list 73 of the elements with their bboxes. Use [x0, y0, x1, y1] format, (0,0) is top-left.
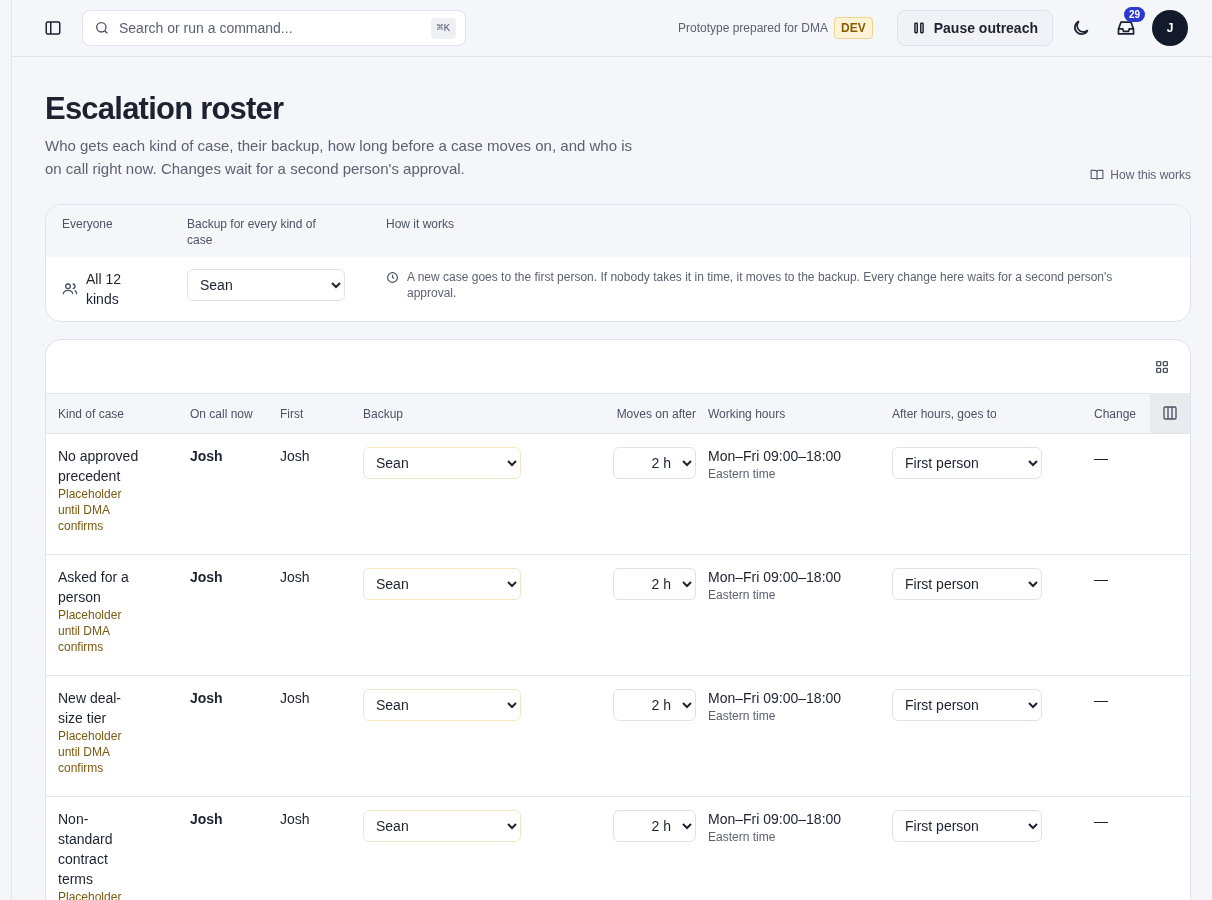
working-hours: Mon–Fri 09:00–18:00	[708, 447, 843, 466]
column-header: How it works	[386, 217, 454, 231]
placeholder-note: Placeholder until DMA confirms	[58, 607, 123, 655]
dark-mode-icon[interactable]	[1071, 18, 1091, 38]
column-header: On call now	[190, 406, 253, 421]
timezone-label: Eastern time	[708, 587, 777, 603]
working-hours: Mon–Fri 09:00–18:00	[708, 568, 843, 587]
timezone-label: Eastern time	[708, 466, 777, 482]
case-kind: No approved precedent	[58, 447, 140, 486]
on-call-name: Josh	[190, 568, 224, 587]
placeholder-note: Placeholder until DMA confirms	[58, 486, 123, 534]
change-value: —	[1094, 691, 1108, 710]
first-person-name: Josh	[280, 447, 311, 466]
help-link[interactable]: How this works	[1090, 166, 1191, 184]
column-header: Moves on after	[616, 406, 696, 421]
after-hours-select[interactable]: First person	[892, 447, 1042, 479]
case-kind: New deal-size tier	[58, 689, 123, 728]
after-hours-select[interactable]: First person	[892, 568, 1042, 600]
timezone-label: Eastern time	[708, 708, 777, 724]
column-header: After hours, goes to	[892, 406, 997, 421]
sidebar-toggle-icon[interactable]	[44, 19, 62, 37]
people-icon	[62, 281, 78, 297]
search-icon	[94, 20, 110, 36]
column-header: Backup	[363, 406, 404, 421]
scope-label: All 12 kinds	[86, 270, 123, 309]
prototype-note: Prototype prepared for DMA	[677, 20, 829, 37]
columns-icon	[1162, 405, 1178, 421]
environment-badge: DEV	[834, 17, 873, 39]
change-value: —	[1094, 570, 1108, 589]
column-header: Change	[1094, 406, 1137, 421]
backup-select[interactable]: Sean	[187, 269, 345, 301]
column-header: Kind of case	[58, 406, 125, 421]
placeholder-note: Placeholder until DMA confirms	[58, 728, 123, 776]
column-header: Everyone	[62, 217, 113, 231]
inbox-icon[interactable]	[1116, 18, 1136, 38]
first-person-name: Josh	[280, 810, 311, 829]
moves-on-select[interactable]: 2 h	[613, 568, 696, 600]
moves-on-select[interactable]: 2 h	[613, 447, 696, 479]
backup-select[interactable]: Sean	[363, 689, 521, 721]
on-call-name: Josh	[190, 810, 224, 829]
first-person-name: Josh	[280, 689, 311, 708]
book-icon	[1090, 168, 1105, 182]
clock-icon	[386, 271, 399, 284]
page-title: Escalation roster	[45, 90, 285, 128]
change-value: —	[1094, 449, 1108, 468]
case-kind: Asked for a person	[58, 568, 130, 607]
pause-icon	[911, 21, 926, 35]
moves-on-select[interactable]: 2 h	[613, 810, 696, 842]
timezone-label: Eastern time	[708, 829, 777, 845]
column-header: Backup for every kind of case	[187, 217, 316, 247]
pause-outreach-button[interactable]: Pause outreach	[896, 10, 1053, 46]
page-description: Who gets each kind of case, their backup, how long before a case moves on, and who is on call right now. Changes wait for a second person's approval.	[45, 136, 633, 179]
working-hours: Mon–Fri 09:00–18:00	[708, 689, 843, 708]
notification-count: 29	[1124, 7, 1146, 22]
moves-on-select[interactable]: 2 h	[613, 689, 696, 721]
on-call-name: Josh	[190, 447, 224, 466]
explanation-text: A new case goes to the first person. If nobody takes it in time, it moves to the backup. Every change here waits for a second person's approval.	[407, 269, 1114, 301]
backup-select[interactable]: Sean	[363, 447, 521, 479]
column-toggle-button[interactable]	[1150, 393, 1190, 433]
after-hours-select[interactable]: First person	[892, 810, 1042, 842]
after-hours-select[interactable]: First person	[892, 689, 1042, 721]
change-value: —	[1094, 812, 1108, 831]
column-header: Working hours	[708, 406, 786, 421]
first-person-name: Josh	[280, 568, 311, 587]
user-avatar[interactable]: J	[1152, 10, 1188, 46]
on-call-name: Josh	[190, 689, 224, 708]
backup-select[interactable]: Sean	[363, 810, 521, 842]
case-kind: Non-standard contract terms	[58, 810, 114, 889]
working-hours: Mon–Fri 09:00–18:00	[708, 810, 843, 829]
backup-select[interactable]: Sean	[363, 568, 521, 600]
shortcut-hint: ⌘K	[430, 18, 456, 39]
grid-view-icon[interactable]	[1154, 358, 1170, 375]
column-header: First	[280, 406, 304, 421]
